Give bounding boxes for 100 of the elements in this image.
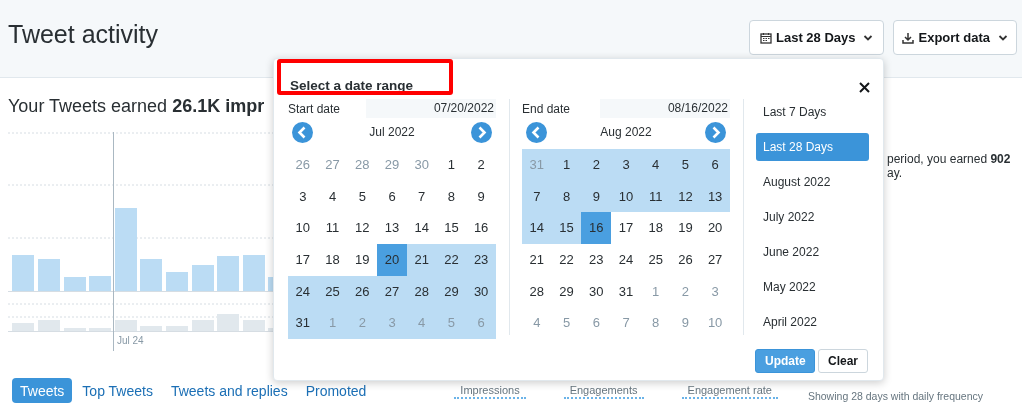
close-icon[interactable]	[859, 81, 870, 93]
calendar-day[interactable]: 17	[611, 212, 641, 245]
previous-month-icon[interactable]	[526, 121, 547, 143]
impressions-bar	[140, 259, 162, 291]
calendar-day[interactable]: 18	[317, 244, 348, 276]
calendar-day[interactable]: 27	[377, 275, 407, 308]
preset-option[interactable]: April 2022	[756, 308, 869, 336]
calendar-day[interactable]: 17	[288, 244, 318, 276]
impressions-bar	[243, 255, 265, 291]
calendar-day[interactable]: 16	[466, 212, 496, 245]
calendar-day[interactable]: 22	[436, 244, 467, 276]
impressions-bar	[64, 277, 86, 291]
date-input-field[interactable]: 08/16/2022	[600, 99, 730, 118]
calendar-icon	[760, 31, 772, 44]
summary-text: ay.	[887, 166, 904, 180]
calendar-day[interactable]: 31	[288, 307, 318, 340]
date-label: End date	[522, 101, 571, 116]
calendar-day[interactable]: 15	[436, 212, 467, 245]
calendar-day[interactable]: 21	[406, 244, 437, 276]
calendar-day[interactable]: 25	[640, 244, 671, 276]
calendar-day[interactable]: 6	[700, 149, 730, 181]
metric-link[interactable]: Engagement rate	[681, 384, 778, 399]
axis-label: Jul 24	[117, 335, 144, 346]
calendar-day[interactable]: 9	[581, 180, 612, 213]
calendar-day[interactable]: 30	[466, 275, 496, 308]
impressions-bar	[89, 276, 111, 291]
calendar-day[interactable]: 28	[522, 275, 552, 308]
impressions-bar	[12, 255, 34, 291]
month-title: Jul 2022	[369, 125, 415, 139]
calendar-day[interactable]: 1	[551, 149, 582, 181]
calendar-day[interactable]: 7	[522, 180, 552, 213]
calendar-day[interactable]: 26	[347, 275, 378, 308]
calendar-day[interactable]: 10	[288, 212, 318, 245]
next-month-icon[interactable]	[705, 121, 726, 143]
calendar-day[interactable]: 3	[288, 180, 318, 213]
frequency-note: Showing 28 days with daily frequency	[807, 390, 984, 402]
impressions-bar	[38, 259, 60, 291]
calendar-day[interactable]: 23	[466, 244, 496, 276]
calendar-day[interactable]: 22	[551, 244, 582, 276]
calendar-day[interactable]: 19	[347, 244, 378, 276]
preset-option[interactable]: July 2022	[756, 203, 869, 231]
impressions-bar	[192, 265, 214, 291]
calendar-day[interactable]: 1	[436, 149, 467, 181]
calendar-day[interactable]: 21	[522, 244, 552, 276]
calendar-day[interactable]: 19	[670, 212, 701, 245]
calendar-day[interactable]: 20	[700, 212, 730, 245]
calendar-day[interactable]: 14	[522, 212, 552, 245]
caret-icon	[998, 33, 1008, 42]
calendar-day[interactable]: 20	[377, 244, 407, 276]
calendar-day[interactable]: 13	[377, 212, 407, 245]
next-month-icon[interactable]	[471, 121, 492, 143]
calendar-day[interactable]: 10	[611, 180, 641, 213]
download-icon	[902, 31, 915, 44]
impressions-bar	[166, 272, 188, 291]
metric-link[interactable]: Engagements	[563, 384, 644, 399]
tab[interactable]: Top Tweets	[74, 378, 161, 403]
calendar-day[interactable]: 4	[640, 149, 671, 181]
calendar-day[interactable]: 24	[611, 244, 641, 276]
tab[interactable]: Promoted	[297, 378, 375, 403]
calendar-day[interactable]: 15	[551, 212, 582, 245]
impressions-bar	[217, 256, 239, 291]
date-label: Start date	[288, 101, 341, 116]
calendar-day[interactable]: 29	[551, 275, 582, 308]
calendar-day[interactable]: 12	[347, 212, 378, 245]
calendar-day[interactable]: 27	[700, 244, 730, 276]
clear-button[interactable]: Clear	[818, 349, 868, 374]
calendar-day[interactable]: 5	[670, 149, 701, 181]
export-button[interactable]: Export data	[893, 20, 1017, 55]
date-range-button[interactable]: Last 28 Days	[749, 20, 885, 55]
calendar-day[interactable]: 8	[436, 180, 467, 213]
previous-month-icon[interactable]	[292, 121, 313, 143]
preset-option[interactable]: May 2022	[756, 273, 869, 301]
calendar-day[interactable]: 2	[581, 149, 612, 181]
summary-text: period, you earned 902	[887, 152, 1011, 166]
impressions-headline: Your Tweets earned 26.1K impr	[8, 96, 266, 117]
calendar-day[interactable]: 3	[611, 149, 641, 181]
calendar-day[interactable]: 23	[581, 244, 612, 276]
caret-icon	[863, 33, 874, 42]
calendar-day[interactable]: 30	[581, 275, 612, 308]
date-input-field[interactable]: 07/20/2022	[366, 99, 496, 118]
calendar-day[interactable]: 31	[611, 275, 641, 308]
calendar-day[interactable]: 18	[640, 212, 671, 245]
calendar-day[interactable]: 16	[581, 212, 612, 245]
preset-option[interactable]: June 2022	[756, 238, 869, 266]
calendar-day[interactable]: 13	[700, 180, 730, 213]
calendar-day[interactable]: 2	[466, 149, 496, 181]
calendar-day[interactable]: 4	[317, 180, 348, 213]
preset-option[interactable]: Last 7 Days	[756, 98, 869, 126]
calendar-day[interactable]: 11	[317, 212, 348, 245]
calendar-day[interactable]: 7	[406, 180, 437, 213]
calendar-day[interactable]: 26	[670, 244, 701, 276]
calendar-day[interactable]: 9	[466, 180, 496, 213]
calendar-day[interactable]: 24	[288, 275, 318, 308]
calendar-day[interactable]: 6	[377, 180, 407, 213]
preset-option[interactable]: August 2022	[756, 168, 869, 196]
metric-link[interactable]: Impressions	[454, 384, 526, 399]
tab[interactable]: Tweets and replies	[162, 378, 296, 403]
calendar-day[interactable]: 25	[317, 275, 348, 308]
calendar-day[interactable]: 5	[347, 180, 378, 213]
calendar-day[interactable]: 14	[406, 212, 437, 245]
